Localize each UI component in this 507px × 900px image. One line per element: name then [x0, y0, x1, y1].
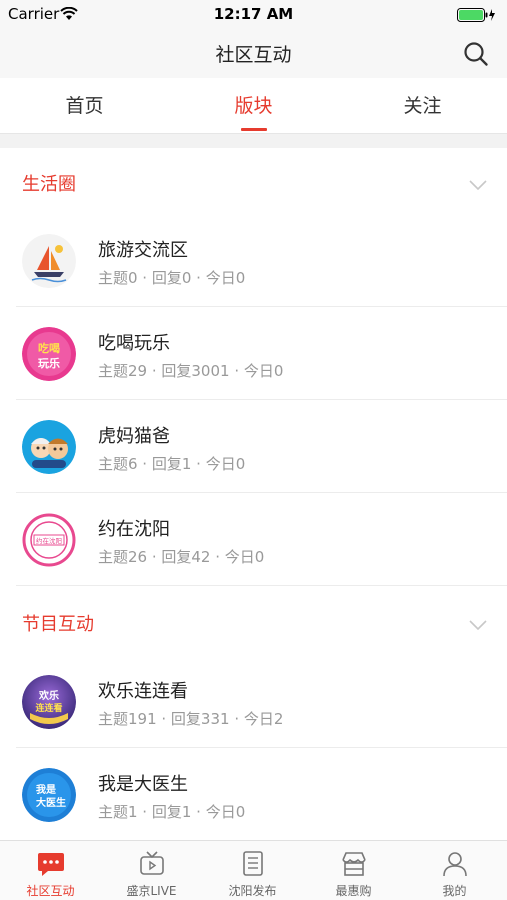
forum-stats: 主题26 · 回复42 · 今日0	[98, 548, 265, 566]
active-tab-indicator	[241, 128, 267, 131]
svg-text:我是: 我是	[36, 783, 56, 796]
list-item[interactable]: 吃喝 玩乐 吃喝玩乐 主题29 · 回复3001 · 今日0	[0, 307, 507, 400]
status-bar: Carrier 12:17 AM	[0, 0, 507, 28]
chevron-down-icon[interactable]	[469, 175, 487, 194]
sailboat-avatar	[22, 234, 76, 288]
forum-stats: 主题6 · 回复1 · 今日0	[98, 455, 246, 473]
tabbar-label: 社区互动	[26, 884, 75, 898]
list-item[interactable]: 旅游交流区 主题0 · 回复0 · 今日0	[0, 214, 507, 307]
forum-stats: 主题29 · 回复3001 · 今日0	[98, 362, 284, 380]
page-title: 社区互动	[215, 44, 292, 66]
svg-text:连连看: 连连看	[35, 702, 62, 714]
forum-title: 吃喝玩乐	[98, 333, 170, 354]
chat-bubble-icon	[36, 850, 66, 878]
doctor-show-avatar: 我是 大医生	[22, 768, 76, 822]
navigation-bar: 社区互动	[0, 28, 507, 78]
tv-show-avatar: 欢乐 连连看	[22, 675, 76, 729]
cartoon-parents-avatar	[22, 420, 76, 474]
list-item[interactable]: 约在沈阳 约在沈阳 主题26 · 回复42 · 今日0	[0, 493, 507, 586]
bottom-tab-bar: 社区互动 盛京LIVE 沈阳发布 最惠购 我的	[0, 840, 507, 900]
section-header[interactable]: 生活圈	[0, 148, 507, 214]
shop-icon	[339, 850, 369, 878]
section-header[interactable]: 节目互动	[0, 588, 507, 654]
avatar-text: 吃喝	[38, 341, 60, 355]
tv-icon	[137, 850, 167, 878]
tab-sections[interactable]: 版块	[169, 78, 338, 134]
document-icon	[238, 850, 268, 878]
forum-stats: 主题1 · 回复1 · 今日0	[98, 803, 246, 821]
list-item[interactable]: 虎妈猫爸 主题6 · 回复1 · 今日0	[0, 400, 507, 493]
tab-following[interactable]: 关注	[338, 78, 507, 134]
tabbar-label: 我的	[442, 884, 467, 898]
forum-title: 欢乐连连看	[98, 681, 188, 702]
section-gap	[0, 134, 507, 148]
battery-icon	[457, 7, 497, 26]
tabbar-community[interactable]: 社区互动	[0, 841, 101, 900]
forum-stats: 主题0 · 回复0 · 今日0	[98, 269, 246, 287]
forum-title: 我是大医生	[98, 774, 188, 795]
tabbar-label: 沈阳发布	[228, 884, 277, 898]
tab-home[interactable]: 首页	[0, 78, 169, 134]
chevron-down-icon[interactable]	[469, 615, 487, 634]
tabbar-news[interactable]: 沈阳发布	[202, 841, 303, 900]
tabbar-label: 盛京LIVE	[126, 884, 177, 898]
tabbar-label: 最惠购	[335, 884, 372, 898]
svg-text:约在沈阳: 约在沈阳	[36, 536, 62, 545]
forum-title: 约在沈阳	[98, 519, 170, 540]
clock: 12:17 AM	[213, 5, 294, 23]
svg-text:玩乐: 玩乐	[38, 356, 60, 370]
top-tabs: 首页 版块 关注	[0, 78, 507, 134]
section-title: 生活圈	[22, 174, 76, 195]
tabbar-live[interactable]: 盛京LIVE	[101, 841, 202, 900]
svg-text:大医生: 大医生	[36, 796, 66, 809]
person-icon	[440, 850, 470, 878]
search-icon[interactable]	[463, 41, 489, 71]
svg-text:欢乐: 欢乐	[38, 689, 59, 702]
tabbar-profile[interactable]: 我的	[404, 841, 505, 900]
meet-shenyang-avatar: 约在沈阳	[22, 513, 76, 567]
divider	[16, 585, 507, 586]
list-item[interactable]: 我是 大医生 我是大医生 主题1 · 回复1 · 今日0	[0, 748, 507, 840]
forum-stats: 主题191 · 回复331 · 今日2	[98, 710, 284, 728]
section-title: 节目互动	[22, 614, 94, 635]
food-fun-avatar: 吃喝 玩乐	[22, 327, 76, 381]
forum-title: 虎妈猫爸	[98, 426, 170, 447]
forum-list: 生活圈 旅游交流区 主题0 · 回复0 · 今日0 吃喝 玩乐 吃喝玩乐 主题2…	[0, 148, 507, 840]
tabbar-shop[interactable]: 最惠购	[303, 841, 404, 900]
forum-title: 旅游交流区	[98, 240, 188, 261]
list-item[interactable]: 欢乐 连连看 欢乐连连看 主题191 · 回复331 · 今日2	[0, 655, 507, 748]
